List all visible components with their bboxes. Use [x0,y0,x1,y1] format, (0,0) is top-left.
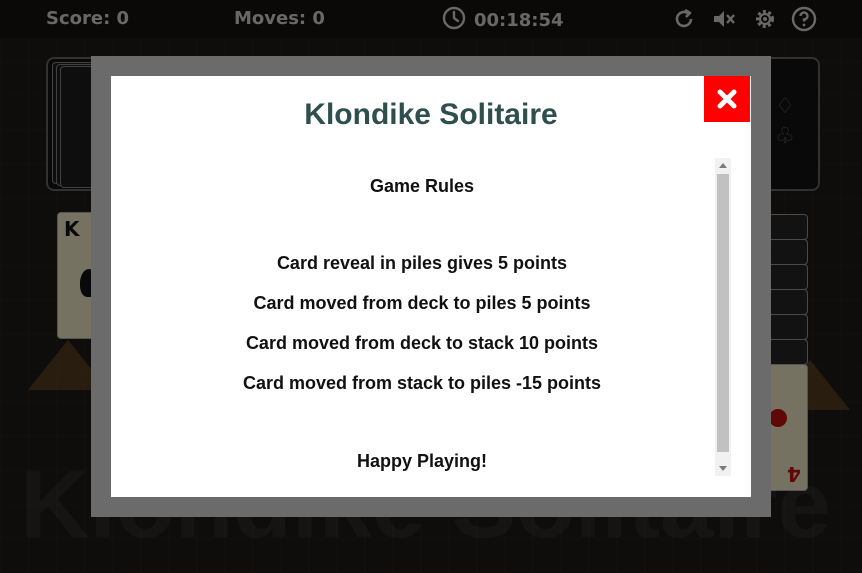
rule-item: Card moved from deck to piles 5 points [253,293,591,313]
scrollbar-thumb[interactable] [717,174,729,452]
rule-item: Card reveal in piles gives 5 points [276,253,568,273]
scroll-up-arrow-icon[interactable] [719,163,727,168]
modal-title: Klondike Solitaire [304,98,558,131]
scroll-down-arrow-icon[interactable] [719,466,727,471]
rules-scrollbar[interactable] [715,158,731,476]
rule-item: Card moved from deck to stack 10 points [245,333,599,353]
close-button[interactable] [704,76,750,122]
rule-item: Card moved from stack to piles -15 point… [242,373,602,393]
rules-heading: Game Rules [369,176,475,196]
close-icon [704,76,750,122]
rules-content[interactable]: Game Rules Card reveal in piles gives 5 … [130,158,714,476]
rules-footer: Happy Playing! [356,451,488,471]
